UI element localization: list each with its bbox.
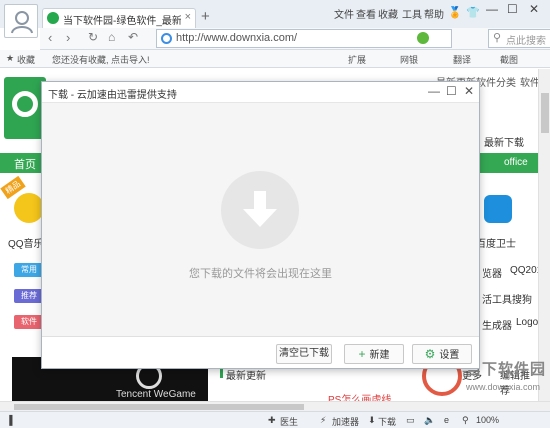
favorites-bar: ★ 收藏 您还没有收藏, 点击导入! 扩展 网银 翻译 截图 [0, 50, 550, 68]
chip-common[interactable]: 常用 [14, 263, 44, 277]
navigation-bar: ‹ › ↻ ⌂ ↶ http://www.downxia.com/ ⚲ 点此搜索 [40, 28, 550, 50]
nav-home[interactable]: 首页 [14, 156, 36, 172]
forward-icon[interactable]: › [66, 30, 70, 45]
extensions-button[interactable]: 扩展 [348, 53, 366, 66]
sidebar-toggle-icon[interactable]: ▐ [6, 415, 12, 425]
browser-tab[interactable]: 当下软件园-绿色软件_最新绿色 × [42, 8, 196, 28]
translate-button[interactable]: 翻译 [453, 53, 471, 66]
back-icon[interactable]: ‹ [48, 30, 52, 45]
doctor-button[interactable]: 医生 [280, 415, 298, 428]
home-icon[interactable]: ⌂ [108, 30, 115, 44]
new-download-label: 新建 [369, 350, 390, 361]
right-item-logo[interactable]: Logo [516, 317, 538, 328]
latest-heading: 最新更新 [220, 367, 266, 382]
search-icon: ⚲ [493, 32, 502, 44]
refresh-icon[interactable]: ↻ [88, 30, 98, 44]
skin-icon[interactable]: 👕 [466, 6, 480, 19]
accelerator-icon: ⚡ [320, 415, 327, 425]
menu-file[interactable]: 文件 [334, 6, 354, 21]
search-placeholder[interactable]: 点此搜索 [506, 32, 546, 47]
settings-button[interactable]: ⚙ 设置 [412, 344, 472, 364]
user-avatar[interactable] [4, 4, 38, 38]
address-bar[interactable]: http://www.downxia.com/ [156, 29, 452, 48]
title-bar: 当下软件园-绿色软件_最新绿色 × + 文件 查看 收藏 工具 帮助 🏅 👕 —… [0, 0, 550, 38]
menu-help[interactable]: 帮助 [424, 6, 444, 21]
notification-icon[interactable]: ▭ [406, 415, 415, 426]
gear-icon: ⚙ [424, 347, 436, 361]
minimize-button[interactable]: — [486, 2, 498, 16]
horizontal-scroll-thumb[interactable] [14, 404, 304, 410]
download-icon: ⬇ [368, 415, 376, 425]
favorites-import-hint[interactable]: 您还没有收藏, 点击导入! [52, 53, 150, 66]
dialog-footer: 清空已下载 + 新建 ⚙ 设置 [42, 336, 479, 368]
medal-icon[interactable]: 🏅 [448, 6, 462, 19]
right-item-qq2015[interactable]: QQ2015 [510, 265, 538, 276]
baidu-guard-label[interactable]: 百度卫士 [476, 235, 516, 250]
right-item-generator[interactable]: 生成器 [482, 317, 512, 332]
chip-recommend[interactable]: 推荐 [14, 289, 44, 303]
tab-title: 当下软件园-绿色软件_最新绿色 [63, 16, 181, 27]
dialog-maximize-button[interactable]: ☐ [446, 84, 457, 98]
tab-latest-download[interactable]: 最新下载 [484, 134, 524, 149]
clear-downloaded-button[interactable]: 清空已下载 [276, 344, 332, 364]
qq-music-icon[interactable] [14, 193, 44, 223]
dialog-minimize-button[interactable]: — [428, 84, 440, 98]
new-tab-button[interactable]: + [201, 8, 210, 25]
ie-mode-icon[interactable] [417, 32, 429, 44]
watermark-url: www.downxia.com [466, 382, 541, 392]
zoom-icon[interactable]: ⚲ [462, 415, 469, 426]
maximize-button[interactable]: ☐ [507, 2, 518, 16]
chip-software[interactable]: 软件 [14, 315, 44, 329]
site-favicon-icon [47, 12, 59, 24]
sound-icon[interactable]: 🔈 [424, 415, 435, 426]
menu-favorites[interactable]: 收藏 [378, 6, 398, 21]
tab-office[interactable]: office [504, 157, 528, 168]
menu-tools[interactable]: 工具 [402, 6, 422, 21]
dialog-header: 下载 - 云加速由迅雷提供支持 — ☐ ✕ [42, 82, 479, 102]
accelerator-button[interactable]: 加速器 [332, 415, 359, 428]
empty-state-text: 您下载的文件将会出现在这里 [189, 268, 332, 280]
plus-icon: + [358, 347, 366, 361]
globe-icon [161, 33, 172, 44]
netbank-button[interactable]: 网银 [400, 53, 418, 66]
status-bar: ▐ ✚ 医生 ⚡ 加速器 ⬇ 下载 ▭ 🔈 e ⚲ 100% [0, 411, 550, 428]
qq-music-label[interactable]: QQ音乐 [8, 235, 44, 250]
ie-status-icon[interactable]: e [444, 415, 449, 425]
search-box[interactable]: ⚲ 点此搜索 [488, 29, 550, 48]
screenshot-button[interactable]: 截图 [500, 53, 518, 66]
right-item-sogou[interactable]: 搜狗 [512, 291, 532, 306]
vertical-scroll-thumb[interactable] [541, 93, 549, 133]
top-link-categories[interactable]: 软件分类 [476, 74, 516, 89]
wegame-banner-text: Tencent WeGame [116, 389, 196, 400]
download-button[interactable]: 下载 [378, 415, 396, 428]
download-arrow-icon [221, 171, 299, 249]
download-list: 您下载的文件将会出现在这里 [42, 102, 479, 336]
user-icon [11, 11, 33, 34]
menu-view[interactable]: 查看 [356, 6, 376, 21]
top-link-ranking[interactable]: 软件排行 [520, 74, 538, 89]
dialog-title: 下载 - 云加速由迅雷提供支持 [48, 90, 177, 101]
favorites-button[interactable]: 收藏 [17, 53, 35, 66]
site-logo[interactable] [4, 77, 46, 139]
new-download-button[interactable]: + 新建 [344, 344, 404, 364]
doctor-icon: ✚ [268, 415, 276, 425]
download-dialog: 下载 - 云加速由迅雷提供支持 — ☐ ✕ 您下载的文件将会出现在这里 清空已下… [41, 81, 480, 369]
undo-icon[interactable]: ↶ [128, 30, 138, 44]
baidu-guard-icon[interactable] [484, 195, 512, 223]
right-item-tools[interactable]: 活工具 [482, 291, 512, 306]
favorites-star-icon: ★ [6, 53, 15, 63]
zoom-level[interactable]: 100% [476, 415, 499, 425]
tab-close-icon[interactable]: × [185, 11, 191, 23]
article-link[interactable]: PS怎么画虚线 [328, 391, 391, 401]
settings-label: 设置 [439, 350, 460, 361]
right-item-browser[interactable]: 览器 [482, 265, 502, 280]
address-text[interactable]: http://www.downxia.com/ [176, 32, 297, 44]
dialog-close-button[interactable]: ✕ [464, 84, 474, 98]
close-button[interactable]: ✕ [529, 2, 539, 16]
